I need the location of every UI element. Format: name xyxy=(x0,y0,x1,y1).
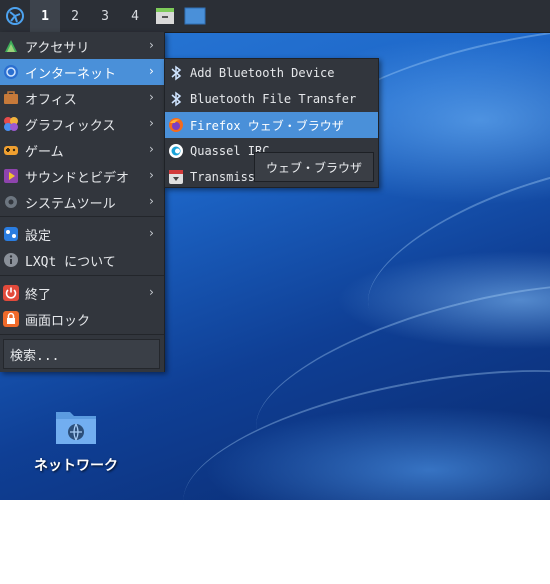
desktop-icon-network[interactable]: ネットワーク xyxy=(24,402,128,482)
menu-item-internet[interactable]: インターネット › xyxy=(0,59,164,85)
transmission-icon xyxy=(168,169,184,185)
menu-item-label: 画面ロック xyxy=(25,313,91,329)
menu-item-label: サウンドとビデオ xyxy=(25,170,130,186)
chevron-right-icon: › xyxy=(147,38,155,52)
chevron-right-icon: › xyxy=(147,226,155,240)
menu-item-accessories[interactable]: アクセサリ › xyxy=(0,33,164,59)
menu-item-label: アクセサリ xyxy=(25,40,90,56)
power-icon xyxy=(3,285,19,301)
menu-search-input[interactable]: 検索... xyxy=(3,339,160,369)
submenu-item-label: Firefox ウェブ・ブラウザ xyxy=(190,118,344,133)
menu-separator xyxy=(0,334,164,335)
network-folder-icon xyxy=(56,412,96,444)
submenu-item-bluetooth-file-transfer[interactable]: Bluetooth File Transfer xyxy=(165,86,378,112)
desktop-switch-3[interactable]: 3 xyxy=(90,0,120,32)
menu-item-office[interactable]: オフィス › xyxy=(0,85,164,111)
desktop-switch-2[interactable]: 2 xyxy=(60,0,90,32)
menu-separator xyxy=(0,275,164,276)
quassel-icon xyxy=(168,143,184,159)
desktop-icon-label: ネットワーク xyxy=(34,458,118,474)
menu-item-label: 終了 xyxy=(25,287,52,303)
menu-item-settings[interactable]: 設定 › xyxy=(0,221,164,247)
chevron-right-icon: › xyxy=(147,64,155,78)
file-manager-launcher[interactable] xyxy=(150,0,180,32)
submenu-item-label: Bluetooth File Transfer xyxy=(190,92,357,106)
menu-item-label: インターネット xyxy=(25,66,117,82)
submenu-item-add-bluetooth-device[interactable]: Add Bluetooth Device xyxy=(165,60,378,86)
info-icon xyxy=(3,252,19,268)
office-icon xyxy=(3,90,19,106)
menu-item-system-tools[interactable]: システムツール › xyxy=(0,189,164,215)
menu-item-label: オフィス xyxy=(25,92,77,108)
lock-icon xyxy=(3,311,19,327)
settings-icon xyxy=(3,226,19,242)
bluetooth-icon xyxy=(168,91,184,107)
chevron-right-icon: › xyxy=(147,285,155,299)
menu-item-lock-screen[interactable]: 画面ロック xyxy=(0,306,164,332)
menu-item-label: システムツール xyxy=(25,196,116,212)
application-menu: アクセサリ › インターネット › オフィス › グラフィックス › ゲーム › xyxy=(0,32,165,372)
system-tools-icon xyxy=(3,194,19,210)
desktop-icon xyxy=(184,7,206,25)
menu-item-label: グラフィックス xyxy=(25,118,116,134)
chevron-right-icon: › xyxy=(147,194,155,208)
firefox-icon xyxy=(168,117,184,133)
menu-item-about-lxqt[interactable]: LXQt について xyxy=(0,247,164,273)
tooltip-text: ウェブ・ブラウザ xyxy=(265,160,362,175)
chevron-right-icon: › xyxy=(147,168,155,182)
chevron-right-icon: › xyxy=(147,142,155,156)
tooltip: ウェブ・ブラウザ xyxy=(254,152,374,182)
menu-item-graphics[interactable]: グラフィックス › xyxy=(0,111,164,137)
games-icon xyxy=(3,142,19,158)
multimedia-icon xyxy=(3,168,19,184)
menu-item-label: 設定 xyxy=(25,228,52,244)
menu-item-games[interactable]: ゲーム › xyxy=(0,137,164,163)
lxqt-logo-icon xyxy=(6,7,24,25)
internet-icon xyxy=(3,64,19,80)
graphics-icon xyxy=(3,116,19,132)
bluetooth-icon xyxy=(168,65,184,81)
top-panel: 1 2 3 4 xyxy=(0,0,550,33)
accessories-icon xyxy=(3,38,19,54)
show-desktop-button[interactable] xyxy=(180,0,210,32)
menu-item-label: LXQt について xyxy=(25,254,116,270)
menu-separator xyxy=(0,216,164,217)
menu-item-label: ゲーム xyxy=(25,144,64,160)
submenu-item-firefox[interactable]: Firefox ウェブ・ブラウザ xyxy=(165,112,378,138)
chevron-right-icon: › xyxy=(147,90,155,104)
desktop-switch-4[interactable]: 4 xyxy=(120,0,150,32)
file-cabinet-icon xyxy=(156,8,174,24)
menu-item-multimedia[interactable]: サウンドとビデオ › xyxy=(0,163,164,189)
start-menu-button[interactable] xyxy=(0,0,30,32)
submenu-item-label: Add Bluetooth Device xyxy=(190,66,335,80)
menu-item-leave[interactable]: 終了 › xyxy=(0,280,164,306)
chevron-right-icon: › xyxy=(147,116,155,130)
desktop-switch-1[interactable]: 1 xyxy=(30,0,60,32)
